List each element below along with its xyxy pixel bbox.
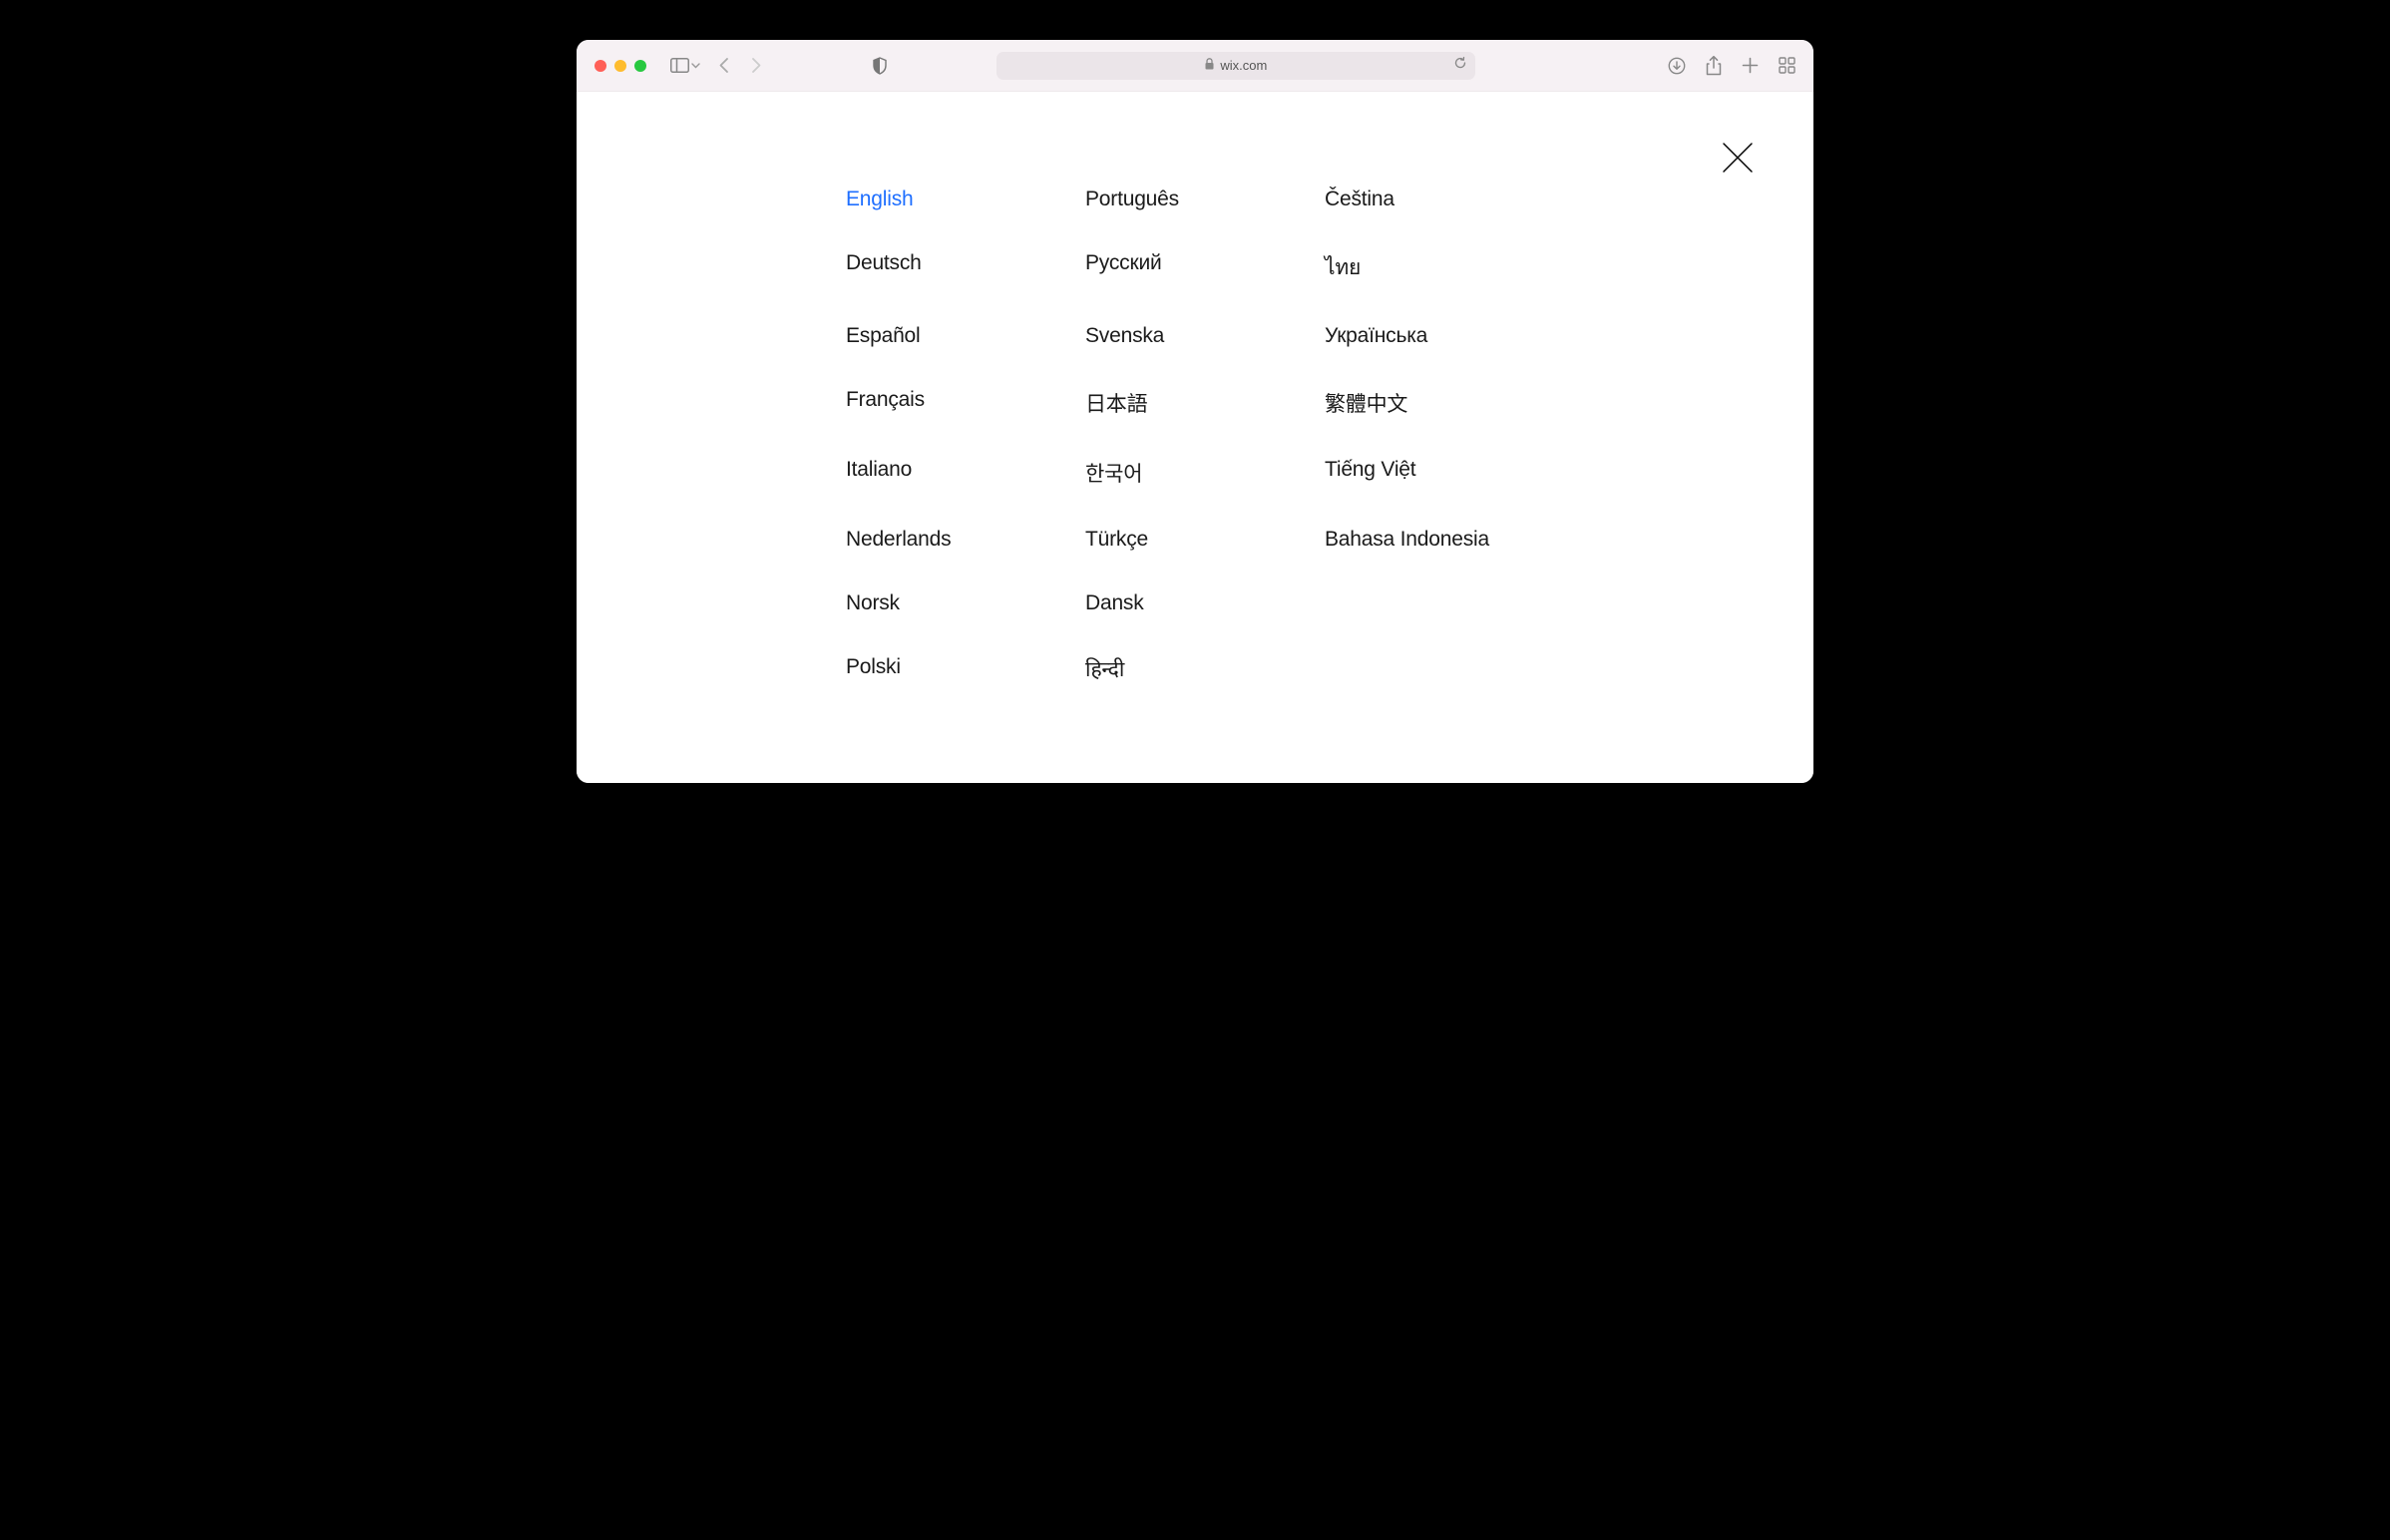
privacy-shield-icon[interactable] <box>872 57 888 75</box>
browser-window: wix.com <box>577 40 1813 783</box>
maximize-window-button[interactable] <box>634 60 646 72</box>
language-option[interactable]: Nederlands <box>846 528 1085 552</box>
language-option[interactable]: Bahasa Indonesia <box>1325 528 1564 552</box>
language-option[interactable]: Українська <box>1325 324 1564 348</box>
language-option[interactable]: ไทย <box>1325 251 1564 284</box>
language-option[interactable]: 繁體中文 <box>1325 388 1564 418</box>
language-option[interactable]: 日本語 <box>1085 388 1325 418</box>
window-controls <box>595 60 646 72</box>
language-grid: EnglishPortuguêsČeština DeutschРусскийไทย… <box>846 188 1704 683</box>
language-option[interactable]: Deutsch <box>846 251 1085 284</box>
language-option[interactable]: Русский <box>1085 251 1325 284</box>
back-button[interactable] <box>718 57 731 74</box>
reload-button[interactable] <box>1453 56 1467 75</box>
lock-icon <box>1205 58 1214 73</box>
page-content: EnglishPortuguêsČeština DeutschРусскийไทย… <box>577 92 1813 783</box>
chevron-down-icon <box>691 63 700 69</box>
language-option[interactable]: Español <box>846 324 1085 348</box>
empty-cell <box>1325 655 1564 683</box>
forward-button[interactable] <box>749 57 762 74</box>
language-option[interactable]: Português <box>1085 188 1325 211</box>
address-bar[interactable]: wix.com <box>996 52 1475 80</box>
language-option[interactable]: Čeština <box>1325 188 1564 211</box>
language-option[interactable]: 한국어 <box>1085 458 1325 488</box>
tab-overview-button[interactable] <box>1779 57 1795 74</box>
language-option[interactable]: Dansk <box>1085 591 1325 615</box>
minimize-window-button[interactable] <box>614 60 626 72</box>
sidebar-toggle[interactable] <box>670 58 700 73</box>
address-content: wix.com <box>1205 58 1267 73</box>
empty-cell <box>1325 591 1564 615</box>
toolbar-right <box>1668 56 1795 76</box>
browser-toolbar: wix.com <box>577 40 1813 92</box>
sidebar-icon <box>670 58 689 73</box>
language-option[interactable]: Norsk <box>846 591 1085 615</box>
language-option[interactable]: Svenska <box>1085 324 1325 348</box>
address-domain: wix.com <box>1220 58 1267 73</box>
downloads-button[interactable] <box>1668 57 1686 75</box>
language-option[interactable]: हिन्दी <box>1085 655 1325 683</box>
close-window-button[interactable] <box>595 60 606 72</box>
language-option[interactable]: Italiano <box>846 458 1085 488</box>
share-button[interactable] <box>1706 56 1722 76</box>
language-option[interactable]: Tiếng Việt <box>1325 458 1564 488</box>
new-tab-button[interactable] <box>1742 57 1759 74</box>
language-option[interactable]: Français <box>846 388 1085 418</box>
language-option[interactable]: Polski <box>846 655 1085 683</box>
language-option[interactable]: Türkçe <box>1085 528 1325 552</box>
language-option[interactable]: English <box>846 188 1085 211</box>
nav-arrows <box>718 57 762 74</box>
close-button[interactable] <box>1720 140 1756 181</box>
